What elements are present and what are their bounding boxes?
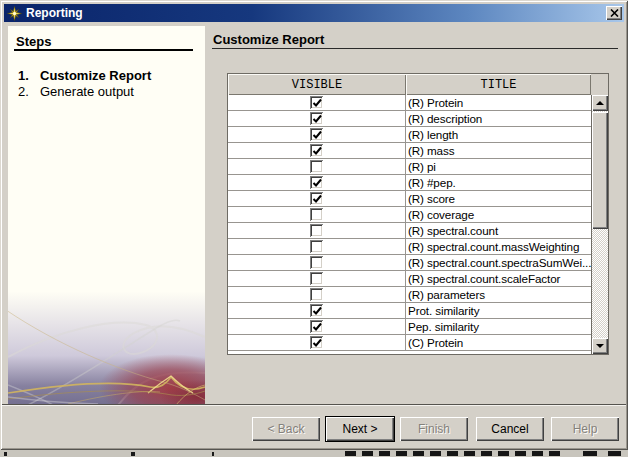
visible-checkbox[interactable]: [310, 96, 323, 109]
visible-checkbox[interactable]: [310, 224, 323, 237]
titlebar[interactable]: Reporting: [4, 4, 624, 22]
visible-checkbox[interactable]: [310, 272, 323, 285]
row-title: (R) coverage: [406, 207, 591, 222]
row-title: (R) pi: [406, 159, 591, 174]
next-button[interactable]: Next >: [326, 417, 394, 441]
visible-checkbox[interactable]: [310, 320, 323, 333]
row-title: (R) parameters: [406, 287, 591, 302]
steps-underline: [14, 49, 193, 51]
row-title: (R) spectral.count.scaleFactor: [406, 271, 591, 286]
check-icon: [312, 178, 322, 188]
row-title: (R) spectral.count.massWeighting: [406, 239, 591, 254]
row-title: (R) mass: [406, 143, 591, 158]
column-header-title[interactable]: TITLE: [406, 74, 591, 95]
arrow-down-icon: [596, 344, 604, 348]
row-title: Prot. similarity: [406, 303, 591, 318]
table-row[interactable]: (C) Protein: [228, 335, 591, 351]
row-title: (R) length: [406, 127, 591, 142]
table-row[interactable]: (R) #pep.: [228, 175, 591, 191]
visible-checkbox[interactable]: [310, 288, 323, 301]
table-body: (R) Protein (R) description: [228, 95, 591, 354]
table-row[interactable]: (R) spectral.count.spectraSumWei...: [228, 255, 591, 271]
visible-checkbox[interactable]: [310, 160, 323, 173]
content-heading: Customize Report: [213, 32, 324, 47]
visible-checkbox[interactable]: [310, 144, 323, 157]
check-icon: [312, 146, 322, 156]
row-title: Pep. similarity: [406, 319, 591, 334]
row-title: (R) spectral.count.spectraSumWei...: [406, 255, 591, 270]
scroll-up-button[interactable]: [592, 95, 608, 111]
check-icon: [312, 322, 322, 332]
step-item-customize-report: 1. Customize Report: [8, 68, 205, 84]
visible-checkbox[interactable]: [310, 240, 323, 253]
button-separator: [2, 404, 626, 406]
steps-panel: Steps 1. Customize Report 2. Generate ou…: [8, 26, 205, 405]
table-row[interactable]: (R) Protein: [228, 95, 591, 111]
check-icon: [312, 130, 322, 140]
row-title: (C) Protein: [406, 335, 591, 350]
report-columns-table: VISIBLE TITLE (R) Protein: [227, 73, 609, 355]
steps-heading: Steps: [16, 34, 51, 49]
table-row[interactable]: (R) score: [228, 191, 591, 207]
close-button[interactable]: [606, 6, 622, 20]
check-icon: [312, 98, 322, 108]
window-title: Reporting: [26, 6, 83, 20]
check-icon: [312, 338, 322, 348]
visible-checkbox[interactable]: [310, 256, 323, 269]
visible-checkbox[interactable]: [310, 336, 323, 349]
app-icon: [7, 6, 22, 21]
table-row[interactable]: (R) description: [228, 111, 591, 127]
table-row[interactable]: Prot. similarity: [228, 303, 591, 319]
row-title: (R) Protein: [406, 95, 591, 110]
visible-checkbox[interactable]: [310, 208, 323, 221]
table-row[interactable]: (R) length: [228, 127, 591, 143]
table-header: VISIBLE TITLE: [228, 74, 608, 95]
visible-checkbox[interactable]: [310, 304, 323, 317]
table-row[interactable]: (R) spectral.count: [228, 223, 591, 239]
close-icon: [610, 9, 619, 17]
help-button[interactable]: Help: [551, 417, 619, 441]
content-heading-underline: [212, 48, 618, 49]
table-row[interactable]: (R) pi: [228, 159, 591, 175]
background-artifact: [0, 450, 628, 457]
row-title: (R) #pep.: [406, 175, 591, 190]
decorative-swirls: [8, 285, 205, 405]
finish-button[interactable]: Finish: [400, 417, 468, 441]
table-row[interactable]: (R) parameters: [228, 287, 591, 303]
table-row[interactable]: (R) mass: [228, 143, 591, 159]
visible-checkbox[interactable]: [310, 176, 323, 189]
step-item-generate-output: 2. Generate output: [8, 84, 205, 100]
visible-checkbox[interactable]: [310, 192, 323, 205]
table-row[interactable]: (R) spectral.count.massWeighting: [228, 239, 591, 255]
check-icon: [312, 114, 322, 124]
scroll-thumb[interactable]: [592, 112, 608, 229]
column-header-visible[interactable]: VISIBLE: [228, 74, 406, 95]
cancel-button[interactable]: Cancel: [476, 417, 544, 441]
table-row[interactable]: (R) spectral.count.scaleFactor: [228, 271, 591, 287]
table-row[interactable]: (R) coverage: [228, 207, 591, 223]
check-icon: [312, 194, 322, 204]
table-scrollbar[interactable]: [591, 95, 608, 354]
check-icon: [312, 306, 322, 316]
reporting-dialog: Reporting Steps 1. Customize Report 2. G…: [0, 0, 628, 450]
back-button[interactable]: < Back: [252, 417, 320, 441]
table-row[interactable]: Pep. similarity: [228, 319, 591, 335]
row-title: (R) score: [406, 191, 591, 206]
row-title: (R) description: [406, 111, 591, 126]
visible-checkbox[interactable]: [310, 128, 323, 141]
arrow-up-icon: [596, 101, 604, 105]
scroll-down-button[interactable]: [592, 338, 608, 354]
visible-checkbox[interactable]: [310, 112, 323, 125]
row-title: (R) spectral.count: [406, 223, 591, 238]
table-header-corner: [591, 74, 608, 95]
